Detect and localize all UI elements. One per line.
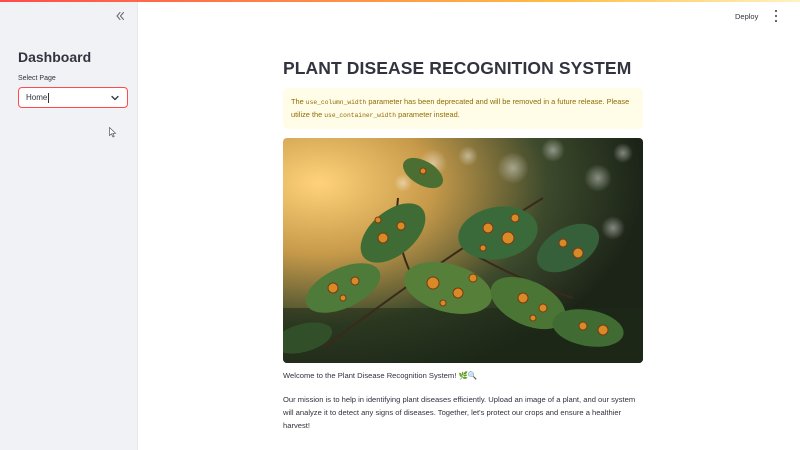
sidebar: Dashboard Select Page Home [0,0,138,450]
page-title: PLANT DISEASE RECOGNITION SYSTEM [283,58,632,78]
page-select-value: Home [26,92,50,103]
mission-text: Our mission is to help in identifying pl… [283,395,636,430]
warning-text: The [291,97,306,106]
mouse-cursor-icon [109,127,117,138]
top-decoration-bar [0,0,800,2]
text-caret [48,92,50,103]
double-chevron-left-icon [116,11,125,21]
plant-photo-illustration [283,138,643,363]
deploy-button[interactable]: Deploy [735,9,758,23]
vertical-ellipsis-icon [775,10,777,12]
chevron-down-icon [111,95,119,100]
collapse-sidebar-button[interactable] [112,9,128,23]
warning-code: use_column_width [305,99,367,106]
welcome-text: Welcome to the Plant Disease Recognition… [283,371,478,380]
warning-code: use_container_width [324,112,397,119]
ellipsis-dot [775,20,777,22]
diseased-plant-image [283,138,643,363]
page-select-dropdown[interactable]: Home [18,87,128,108]
sidebar-title: Dashboard [18,49,92,65]
warning-text: parameter instead. [396,110,460,119]
deprecation-warning: The use_column_width parameter has been … [283,88,643,129]
main-menu-button[interactable] [771,10,781,22]
ellipsis-dot [775,15,777,17]
select-page-label: Select Page [18,75,56,82]
